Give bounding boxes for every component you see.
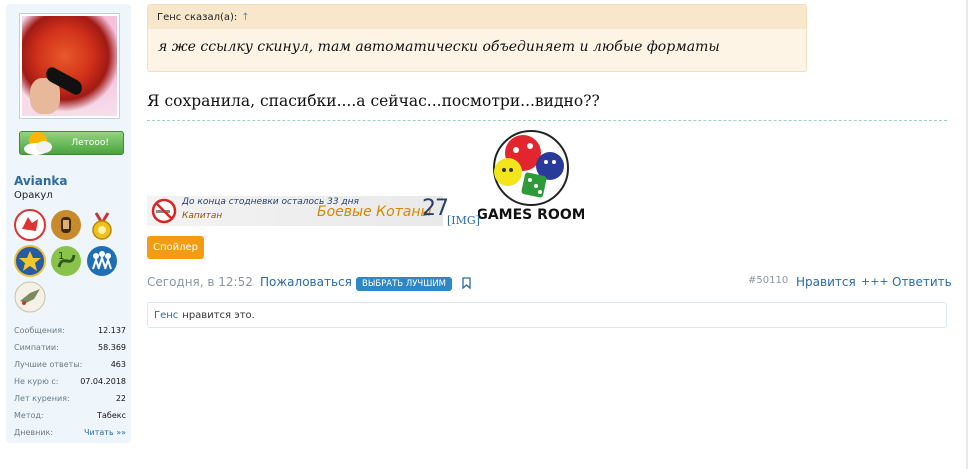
snake-award-icon[interactable]: 1	[50, 245, 82, 277]
post-date[interactable]: Сегодня, в 12:52	[147, 275, 253, 289]
quote-header: Генс сказал(а): ↑	[148, 5, 806, 29]
stat-row-messages: Сообщения: 12.137	[14, 326, 126, 335]
reply-link[interactable]: Ответить	[892, 275, 952, 289]
user-panel: Летооо! Avianka Оракул 1 Сообщения: 12.13…	[6, 4, 131, 443]
quote-block: Генс сказал(а): ↑ я же ссылку скинул, та…	[147, 4, 807, 72]
no-smoking-icon	[151, 198, 177, 224]
games-room-logo: GAMES ROOM	[478, 130, 584, 223]
post-number[interactable]: #50110	[748, 275, 788, 286]
stat-row-quit-date: Не курю с: 07.04.2018	[14, 377, 126, 386]
best-answer-button[interactable]: ВЫБРАТЬ ЛУЧШИМ	[356, 277, 453, 291]
diary-link[interactable]: Читать »»	[84, 428, 126, 437]
status-label: Летооо!	[71, 138, 109, 148]
cup-award-icon[interactable]	[86, 209, 118, 241]
star-award-icon[interactable]	[14, 245, 46, 277]
stat-row-likes: Симпатии: 58.369	[14, 343, 126, 352]
quote-jump-arrow-icon[interactable]: ↑	[241, 12, 249, 23]
avatar[interactable]	[19, 13, 120, 119]
pharaoh-award-icon[interactable]	[50, 209, 82, 241]
signature-banner[interactable]: До конца стодневки осталось 33 дня Капит…	[147, 196, 449, 226]
user-stats: Сообщения: 12.137 Симпатии: 58.369 Лучшие …	[14, 322, 126, 441]
user-title: Оракул	[14, 190, 53, 201]
signature-separator	[147, 120, 947, 121]
stat-row-smoking-years: Лет курения: 22	[14, 394, 126, 403]
awards: 1	[14, 209, 126, 313]
logo-text: GAMES ROOM	[478, 207, 584, 223]
signature-rank: Капитан	[182, 211, 223, 221]
quote-text: я же ссылку скинул, там автоматически об…	[158, 39, 720, 55]
people-award-icon[interactable]	[86, 245, 118, 277]
spoiler-button[interactable]: Спойлер	[147, 236, 204, 259]
bookmark-icon[interactable]	[462, 277, 471, 289]
signature-group: Боевые Котаны	[317, 204, 432, 220]
svg-text:1: 1	[58, 251, 64, 262]
stat-row-method: Метод: Табекс	[14, 411, 126, 420]
wolf-award-icon[interactable]	[14, 209, 46, 241]
bird-award-icon[interactable]	[14, 281, 46, 313]
likes-summary: Генс нравится это.	[147, 302, 947, 328]
signature-number: 27	[422, 196, 449, 221]
stat-row-diary: Дневник: Читать »»	[14, 428, 126, 437]
status-button[interactable]: Летооо!	[19, 131, 124, 155]
username[interactable]: Avianka	[14, 174, 68, 188]
message-text: Я сохранила, спасибки....а сейчас...посм…	[147, 92, 600, 110]
img-link[interactable]: [IMG]	[447, 214, 480, 227]
likes-suffix: нравится это.	[182, 309, 255, 321]
quote-author: Генс сказал(а):	[157, 11, 238, 23]
report-link[interactable]: Пожаловаться	[260, 275, 352, 289]
stat-row-best-answers: Лучшие ответы: 463	[14, 360, 126, 369]
plus-link[interactable]: +++	[861, 275, 889, 288]
liker-name[interactable]: Генс	[154, 310, 178, 321]
post-meta: Сегодня, в 12:52 Пожаловаться ВЫБРАТЬ ЛУ…	[147, 275, 952, 291]
sun-cloud-icon	[24, 132, 52, 155]
like-link[interactable]: Нравится	[796, 275, 856, 289]
